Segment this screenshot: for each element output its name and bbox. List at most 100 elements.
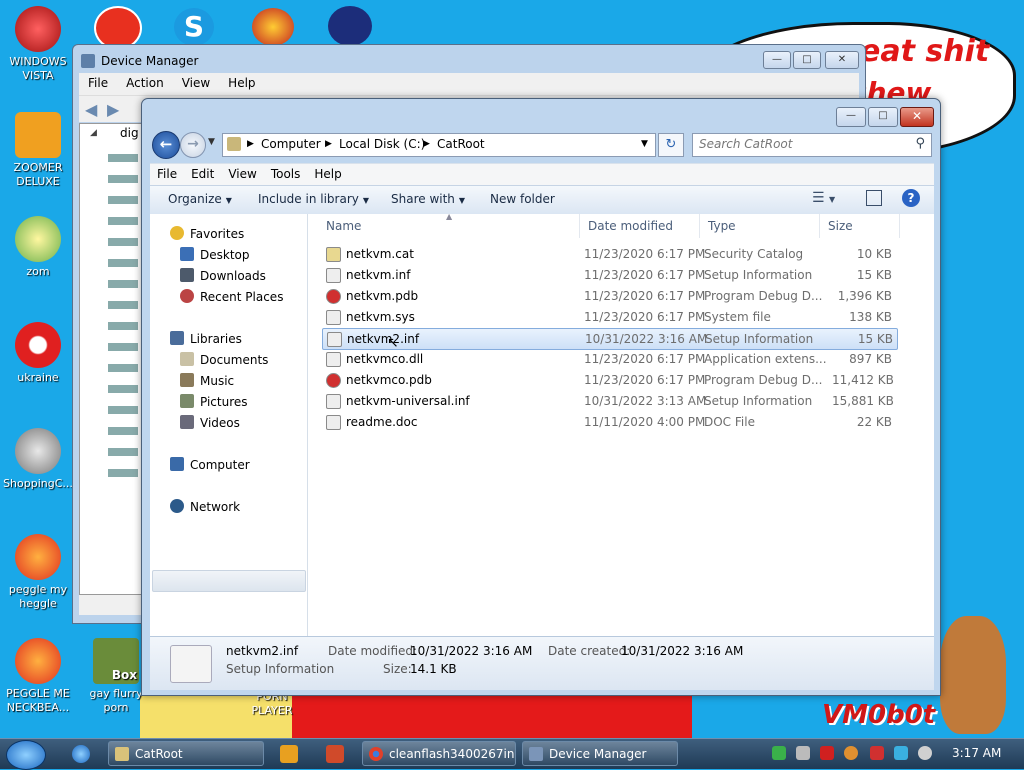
device-tree[interactable]: ◢ dig (79, 123, 145, 595)
taskbar-button-device-manager[interactable]: Device Manager (522, 741, 678, 766)
setup-file-icon (327, 332, 342, 347)
breadcrumb-local-disk[interactable]: Local Disk (C:) (339, 137, 425, 151)
forward-button[interactable]: → (180, 132, 206, 158)
debug-file-icon (326, 373, 341, 388)
file-row[interactable]: netkvmco.dll 11/23/2020 6:17 PM Applicat… (322, 349, 896, 369)
menu-view[interactable]: View (173, 73, 219, 93)
nav-music[interactable]: Music (180, 373, 234, 388)
desktop-icon-peggle-neckbeard[interactable]: PEGGLE ME NECKBEA... (2, 638, 74, 715)
skype-icon[interactable]: S (174, 8, 214, 46)
view-options-icon[interactable]: ☰ ▼ (812, 190, 835, 206)
tree-root-label[interactable]: dig (120, 126, 139, 140)
desktop-icon-windows-vista[interactable]: WINDOWS VISTA (2, 6, 74, 83)
paint-icon[interactable] (326, 745, 344, 763)
breadcrumb-computer[interactable]: Computer (261, 137, 321, 151)
file-date: 11/23/2020 6:17 PM (584, 373, 706, 387)
share-with-button[interactable]: Share with ▼ (391, 192, 465, 206)
pictures-icon (180, 394, 194, 408)
back-arrow-icon[interactable]: ◀ (85, 100, 97, 119)
nav-desktop[interactable]: Desktop (180, 247, 250, 262)
menu-action[interactable]: Action (117, 73, 173, 93)
catalog-file-icon (326, 247, 341, 262)
history-dropdown-icon[interactable]: ▼ (208, 137, 215, 147)
file-row[interactable]: netkvm-universal.inf 10/31/2022 3:13 AM … (322, 391, 896, 411)
playstation-icon[interactable] (328, 6, 372, 46)
volume-icon[interactable] (918, 746, 932, 760)
breadcrumb-catroot[interactable]: CatRoot (437, 137, 485, 151)
new-folder-button[interactable]: New folder (490, 192, 555, 206)
taskbar-button-chrome[interactable]: cleanflash3400267ins... (362, 741, 516, 766)
search-tray-icon[interactable] (844, 746, 858, 760)
maximize-button[interactable]: □ (793, 51, 821, 69)
file-row[interactable]: netkvmco.pdb 11/23/2020 6:17 PM Program … (322, 370, 896, 390)
doc-file-icon (326, 415, 341, 430)
explorer-window[interactable]: — □ ✕ ← → ▼ ▶ Computer ▶ Local Disk (C:)… (141, 98, 941, 696)
taskbar-button-catroot[interactable]: CatRoot (108, 741, 264, 766)
file-row-selected[interactable]: netkvm2.inf 10/31/2022 3:16 AM Setup Inf… (322, 328, 898, 351)
taskbar-label: CatRoot (135, 747, 183, 761)
close-button[interactable]: ✕ (825, 51, 859, 69)
nav-network[interactable]: Network (170, 499, 240, 514)
menu-help[interactable]: Help (219, 73, 264, 93)
minimize-button[interactable]: — (836, 107, 866, 127)
desktop-icon-ukraine[interactable]: ukraine (2, 322, 74, 385)
file-row[interactable]: readme.doc 11/11/2020 4:00 PM DOC File 2… (322, 412, 896, 432)
preview-pane-icon[interactable] (866, 190, 882, 206)
vmware-icon[interactable] (820, 746, 834, 760)
column-header-type[interactable]: Type (700, 214, 820, 238)
nav-videos[interactable]: Videos (180, 415, 240, 430)
include-in-library-button[interactable]: Include in library ▼ (258, 192, 369, 206)
collapse-triangle-icon[interactable]: ◢ (90, 128, 97, 138)
file-date: 11/23/2020 6:17 PM (584, 310, 706, 324)
file-row[interactable]: netkvm.inf 11/23/2020 6:17 PM Setup Info… (322, 265, 896, 285)
search-icon[interactable]: ⚲ (915, 136, 925, 151)
search-input[interactable]: Search CatRoot ⚲ (692, 133, 932, 157)
organize-button[interactable]: Organize ▼ (168, 192, 232, 206)
menu-bar: File Edit View Tools Help (150, 163, 934, 186)
nav-documents[interactable]: Documents (180, 352, 268, 367)
nav-pictures[interactable]: Pictures (180, 394, 248, 409)
network-tray-icon[interactable] (796, 746, 810, 760)
desktop-icon-peggle-heggle[interactable]: peggle my heggle (2, 534, 74, 611)
nav-computer[interactable]: Computer (170, 457, 250, 472)
menu-edit[interactable]: Edit (184, 164, 221, 184)
forward-arrow-icon[interactable]: ▶ (107, 100, 119, 119)
nav-favorites[interactable]: Favorites (170, 226, 244, 241)
menu-help[interactable]: Help (307, 164, 348, 184)
start-button[interactable] (6, 740, 46, 770)
menu-tools[interactable]: Tools (264, 164, 308, 184)
menu-view[interactable]: View (221, 164, 263, 184)
file-row[interactable]: netkvm.pdb 11/23/2020 6:17 PM Program De… (322, 286, 896, 306)
address-bar[interactable]: ▶ Computer ▶ Local Disk (C:) ▶ CatRoot ▼ (222, 133, 656, 157)
security-shield-icon[interactable] (772, 746, 786, 760)
file-date: 11/23/2020 6:17 PM (584, 247, 706, 261)
clock[interactable]: 3:17 AM (952, 746, 1001, 760)
menu-file[interactable]: File (150, 164, 184, 184)
desktop-icon-zom[interactable]: zom (2, 216, 74, 279)
internet-explorer-icon[interactable] (72, 745, 90, 763)
flower-icon (15, 216, 61, 262)
flag-icon[interactable] (870, 746, 884, 760)
address-dropdown-icon[interactable]: ▼ (641, 139, 648, 149)
desktop-icon-zoomer[interactable]: ZOOMER DELUXE (2, 112, 74, 189)
column-header-date[interactable]: Date modified (580, 214, 700, 238)
maximize-button[interactable]: □ (868, 107, 898, 127)
nav-libraries[interactable]: Libraries (170, 331, 242, 346)
refresh-button[interactable]: ↻ (658, 133, 684, 157)
minimize-button[interactable]: — (763, 51, 791, 69)
column-header-size[interactable]: Size (820, 214, 900, 238)
help-icon[interactable]: ? (902, 189, 920, 207)
close-button[interactable]: ✕ (900, 107, 934, 127)
monitor-icon[interactable] (894, 746, 908, 760)
file-row[interactable]: netkvm.cat 11/23/2020 6:17 PM Security C… (322, 244, 896, 264)
file-row[interactable]: netkvm.sys 11/23/2020 6:17 PM System fil… (322, 307, 896, 327)
file-size: 1,396 KB (837, 289, 892, 303)
globe-icon[interactable] (252, 8, 294, 46)
media-player-icon[interactable] (280, 745, 298, 763)
nav-recent-places[interactable]: Recent Places (180, 289, 283, 304)
back-button[interactable]: ← (152, 131, 180, 159)
nav-downloads[interactable]: Downloads (180, 268, 266, 283)
menu-file[interactable]: File (79, 73, 117, 93)
desktop-icon-shopping[interactable]: ShoppingC... (2, 428, 74, 491)
column-label: Date modified (588, 219, 674, 233)
